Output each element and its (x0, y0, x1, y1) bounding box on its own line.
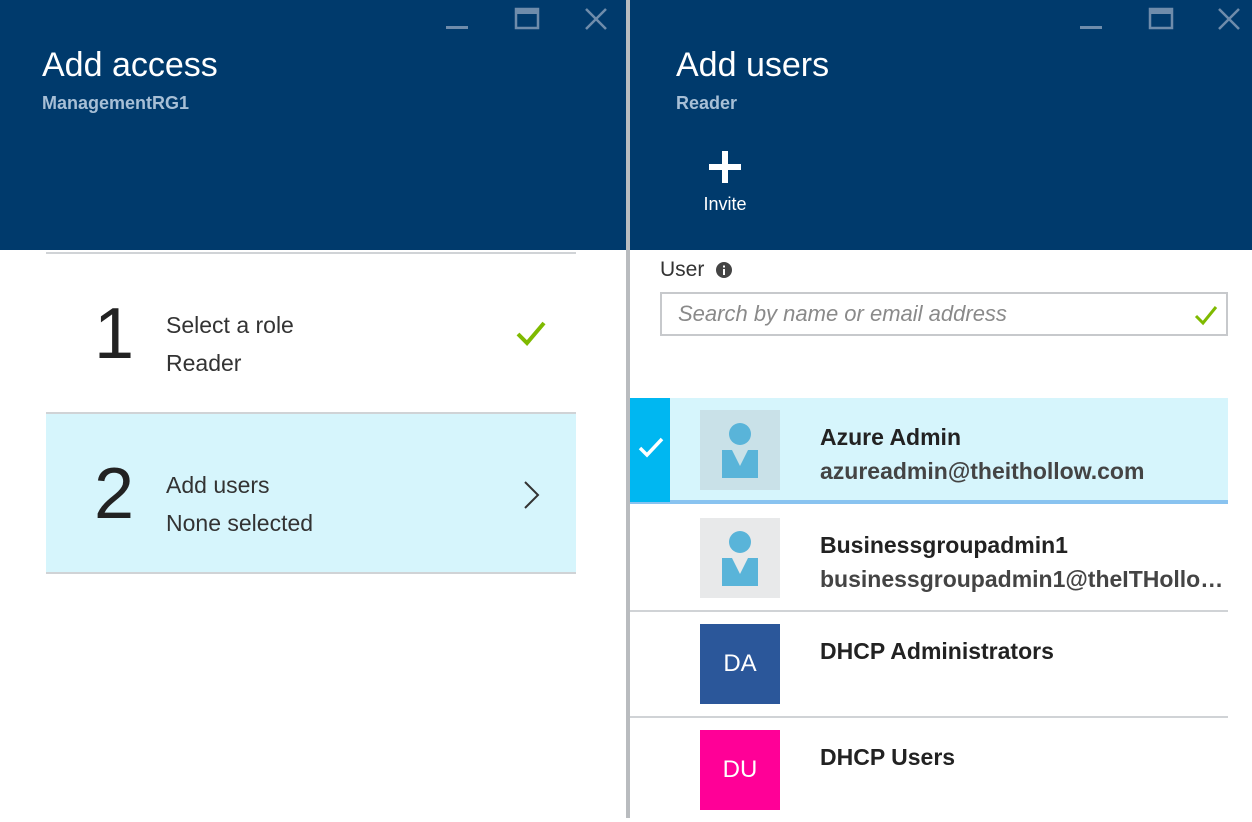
blade-subtitle: Reader (676, 93, 738, 113)
blade-subtitle: ManagementRG1 (42, 93, 190, 113)
maximize-icon[interactable] (1148, 6, 1174, 32)
blade-title: Add access (42, 46, 218, 84)
minimize-icon[interactable] (444, 6, 470, 32)
add-users-blade: Add users Reader Invite User Azu (630, 0, 1252, 818)
add-access-blade: Add access ManagementRG1 1 Select a role… (0, 0, 626, 818)
checkmark-icon (516, 320, 546, 351)
step-label: Add users (166, 472, 270, 498)
step-label: Select a role (166, 312, 294, 338)
step-value: Reader (166, 350, 242, 376)
invite-label: Invite (703, 194, 747, 214)
step-value: None selected (166, 510, 314, 536)
user-name: DHCP Administrators (820, 638, 1054, 664)
user-list-item[interactable]: DU DHCP Users (630, 718, 1228, 822)
checkmark-icon (1194, 304, 1218, 326)
user-name: DHCP Users (820, 744, 956, 770)
user-email: azureadmin@theithollow.com (820, 458, 1145, 484)
user-name: Businessgroupadmin1 (820, 532, 1068, 558)
step-add-users[interactable]: 2 Add users None selected (46, 414, 576, 574)
user-list-item[interactable]: Azure Admin azureadmin@theithollow.com (630, 398, 1228, 504)
group-avatar: DA (700, 624, 780, 704)
maximize-icon[interactable] (514, 6, 540, 32)
blade-header: Add users Reader Invite (630, 0, 1252, 250)
person-icon (700, 410, 780, 490)
info-icon[interactable] (716, 262, 732, 278)
close-icon[interactable] (583, 6, 609, 32)
user-search-input[interactable] (662, 294, 1214, 334)
chevron-right-icon (522, 480, 540, 515)
group-avatar: DU (700, 730, 780, 810)
selection-indicator[interactable] (630, 398, 670, 502)
invite-button[interactable]: Invite (690, 150, 760, 215)
step-number: 2 (94, 454, 135, 534)
user-list-item[interactable]: DA DHCP Administrators (630, 612, 1228, 718)
step-select-role[interactable]: 1 Select a role Reader (46, 254, 576, 414)
blade-title: Add users (676, 46, 830, 84)
user-field-label: User (660, 258, 705, 281)
user-email: businessgroupadmin1@theITHollow... (820, 566, 1228, 592)
user-name: Azure Admin (820, 424, 961, 450)
person-icon (700, 518, 780, 598)
checkmark-icon (638, 437, 664, 458)
plus-icon (709, 151, 741, 183)
blade-header: Add access ManagementRG1 (0, 0, 626, 250)
user-list-item[interactable]: Businessgroupadmin1 businessgroupadmin1@… (630, 506, 1228, 612)
step-number: 1 (94, 294, 135, 374)
close-icon[interactable] (1216, 6, 1242, 32)
user-search-field (660, 292, 1228, 336)
minimize-icon[interactable] (1078, 6, 1104, 32)
